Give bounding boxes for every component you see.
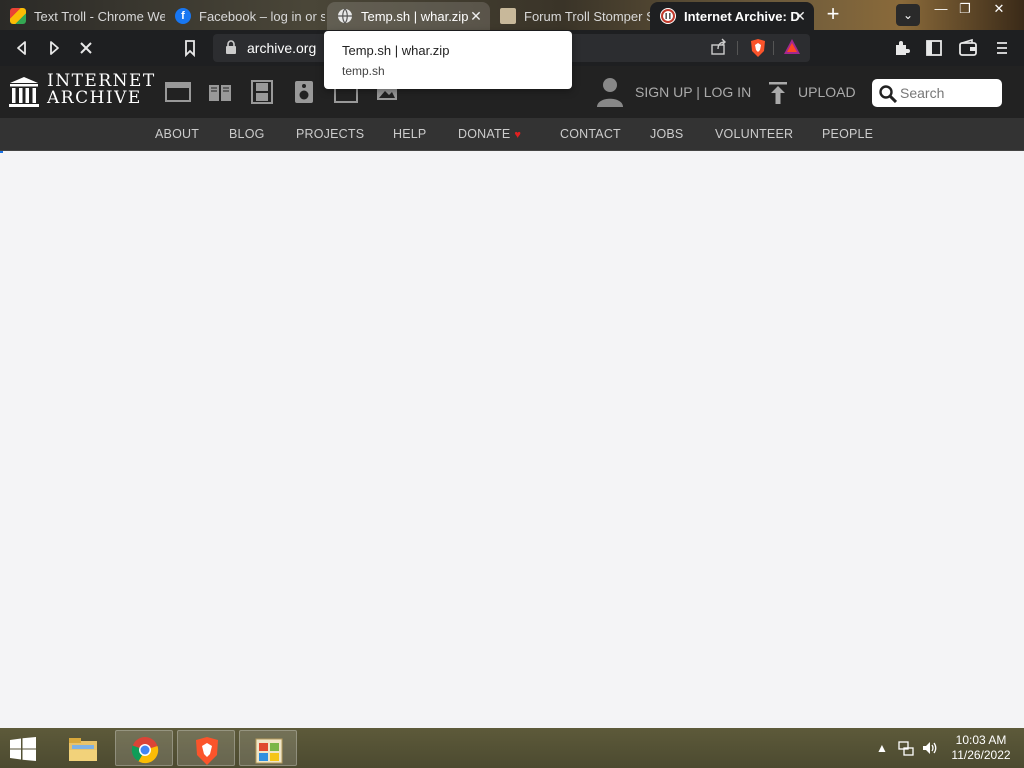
divider <box>773 41 774 55</box>
wallet-button[interactable] <box>956 36 980 60</box>
brave-shields-icon[interactable] <box>748 38 768 58</box>
texts-book-icon[interactable] <box>207 80 233 104</box>
site-wordmark[interactable]: INTERNET ARCHIVE <box>47 73 156 107</box>
restore-window-button[interactable]: ❐ <box>952 0 978 18</box>
windows-start-icon[interactable] <box>10 737 36 761</box>
share-icon[interactable] <box>709 38 729 58</box>
clock-date: 11/26/2022 <box>951 748 1011 762</box>
nav-contact[interactable]: CONTACT <box>560 127 621 141</box>
back-button[interactable] <box>10 36 34 60</box>
tab-internet-archive[interactable]: Internet Archive: D ✕ <box>650 2 814 30</box>
page-content-area <box>0 151 1024 728</box>
tab-search-chevron-icon[interactable]: ⌄ <box>896 4 920 26</box>
nav-about[interactable]: ABOUT <box>155 127 199 141</box>
tab-hover-tooltip: Temp.sh | whar.zip temp.sh <box>324 31 572 89</box>
url-text: archive.org <box>247 40 317 56</box>
forward-arrow-icon <box>50 41 59 55</box>
site-search-box[interactable] <box>872 79 1002 107</box>
chrome-web-store-icon <box>10 8 26 24</box>
nav-donate[interactable]: DONATE ♥ <box>458 127 521 141</box>
windows-taskbar: ▲ 10:03 AM 11/26/2022 <box>0 728 1024 768</box>
close-tab-icon[interactable]: ✕ <box>792 8 808 24</box>
upload-link[interactable]: UPLOAD <box>798 84 856 100</box>
facebook-icon: f <box>175 8 191 24</box>
upload-arrow-icon[interactable] <box>768 82 788 104</box>
sidebar-icon <box>926 40 942 56</box>
taskbar-brave[interactable] <box>177 730 235 766</box>
volume-icon[interactable] <box>922 740 938 756</box>
tooltip-domain: temp.sh <box>342 64 385 78</box>
close-window-button[interactable]: ✕ <box>986 0 1012 18</box>
nav-volunteer[interactable]: VOLUNTEER <box>715 127 793 141</box>
tab-strip: Text Troll - Chrome We f Facebook – log … <box>0 0 1024 30</box>
nav-help[interactable]: HELP <box>393 127 426 141</box>
divider <box>737 41 738 55</box>
nav-people[interactable]: PEOPLE <box>822 127 873 141</box>
close-tab-icon[interactable]: ✕ <box>468 8 484 24</box>
network-icon[interactable] <box>898 740 914 756</box>
clock-time: 10:03 AM <box>955 733 1007 747</box>
document-icon <box>500 8 516 24</box>
video-film-icon[interactable] <box>249 80 275 104</box>
stop-loading-button[interactable] <box>74 36 98 60</box>
search-icon[interactable] <box>879 85 897 103</box>
tab-forum-troll-stomper[interactable]: Forum Troll Stomper Se <box>490 2 650 30</box>
system-clock[interactable]: 10:03 AM 11/26/2022 <box>948 733 1014 763</box>
close-icon <box>80 42 92 54</box>
file-explorer-icon <box>69 738 97 761</box>
page-loading-indicator <box>0 151 3 153</box>
audio-speaker-icon[interactable] <box>291 80 317 104</box>
menu-button[interactable] <box>990 36 1014 60</box>
user-avatar-icon[interactable] <box>596 76 624 108</box>
forward-button[interactable] <box>42 36 66 60</box>
tab-facebook[interactable]: f Facebook – log in or si <box>165 2 325 30</box>
signup-login-link[interactable]: SIGN UP | LOG IN <box>635 84 751 100</box>
nav-jobs[interactable]: JOBS <box>650 127 683 141</box>
globe-icon <box>337 8 353 24</box>
nav-blog[interactable]: BLOG <box>229 127 265 141</box>
lock-icon <box>226 40 236 54</box>
sidebar-button[interactable] <box>922 36 946 60</box>
tab-text-troll[interactable]: Text Troll - Chrome We <box>0 2 165 30</box>
wallet-icon <box>959 38 977 56</box>
new-tab-button[interactable]: + <box>822 3 844 26</box>
puzzle-icon <box>896 41 910 55</box>
internet-archive-logo-icon[interactable] <box>9 76 39 108</box>
extensions-button[interactable] <box>890 36 914 60</box>
brave-rewards-icon[interactable] <box>782 38 802 58</box>
windows-store-icon <box>255 738 283 764</box>
heart-icon: ♥ <box>514 129 522 141</box>
bookmark-icon <box>185 40 195 58</box>
taskbar-chrome[interactable] <box>115 730 173 766</box>
brave-icon <box>196 737 218 765</box>
internet-archive-icon <box>660 8 676 24</box>
chrome-icon <box>131 737 159 764</box>
taskbar-file-explorer[interactable] <box>53 730 111 766</box>
web-archive-icon[interactable] <box>165 80 191 104</box>
bookmark-button[interactable] <box>178 36 202 60</box>
tab-temp-sh[interactable]: Temp.sh | whar.zip ✕ <box>327 2 490 30</box>
nav-projects[interactable]: PROJECTS <box>296 127 364 141</box>
tooltip-title: Temp.sh | whar.zip <box>342 43 450 58</box>
site-nav-bar: ABOUT BLOG PROJECTS HELP DONATE ♥ CONTACT… <box>0 118 1024 151</box>
back-arrow-icon <box>17 41 26 55</box>
search-input[interactable] <box>900 83 996 103</box>
minimize-window-button[interactable]: — <box>928 0 954 18</box>
hamburger-menu-icon <box>997 42 1007 54</box>
show-hidden-icons-icon[interactable]: ▲ <box>874 740 890 756</box>
taskbar-windows-store[interactable] <box>239 730 297 766</box>
